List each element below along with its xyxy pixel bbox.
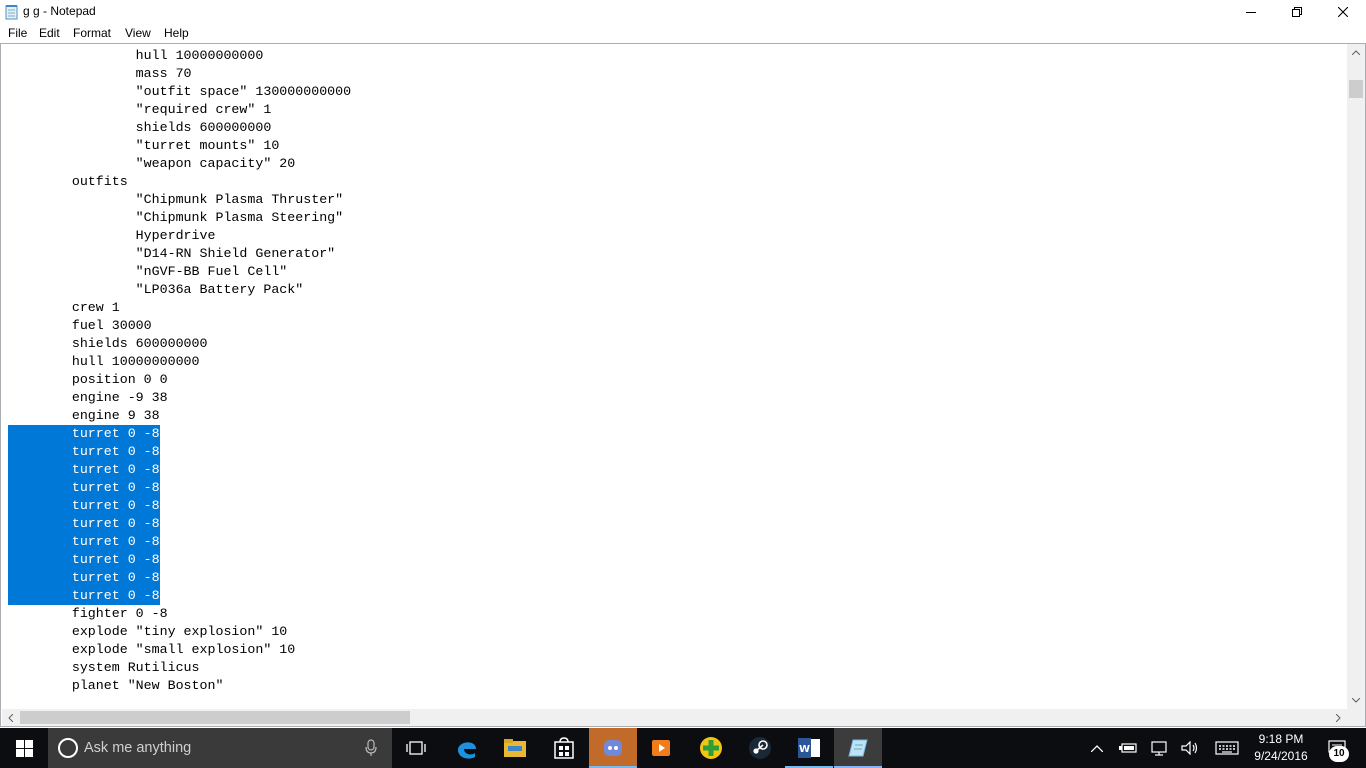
clock-time: 9:18 PM [1258, 732, 1304, 746]
selected-text-line[interactable]: turret 0 -8 [8, 587, 160, 605]
selected-text-line[interactable]: turret 0 -8 [8, 479, 160, 497]
text-line[interactable]: "Chipmunk Plasma Steering" [8, 209, 343, 227]
clock-date: 9/24/2016 [1254, 749, 1308, 763]
file-explorer-icon[interactable] [491, 728, 539, 768]
battery-icon[interactable] [1116, 728, 1140, 768]
text-line[interactable]: "nGVF-BB Fuel Cell" [8, 263, 288, 281]
menu-format[interactable]: Format [73, 26, 111, 40]
notepad-taskbar-icon[interactable] [834, 728, 882, 768]
menu-bar: File Edit Format View Help [0, 23, 1366, 43]
text-line[interactable]: "turret mounts" 10 [8, 137, 280, 155]
word-icon[interactable]: W [785, 728, 833, 768]
text-line[interactable]: position 0 0 [8, 371, 168, 389]
text-line[interactable]: planet "New Boston" [8, 677, 224, 695]
volume-icon[interactable] [1178, 728, 1202, 768]
horizontal-scroll-thumb[interactable] [20, 711, 410, 724]
cortana-icon [58, 738, 78, 758]
scroll-left-arrow-icon[interactable] [2, 709, 19, 726]
selected-text-line[interactable]: turret 0 -8 [8, 425, 160, 443]
clock[interactable]: 9:18 PM 9/24/2016 [1248, 731, 1314, 765]
selected-text-line[interactable]: turret 0 -8 [8, 533, 160, 551]
text-line[interactable]: engine 9 38 [8, 407, 160, 425]
menu-view[interactable]: View [125, 26, 151, 40]
text-line[interactable]: shields 600000000 [8, 119, 272, 137]
text-line[interactable]: "outfit space" 130000000000 [8, 83, 351, 101]
start-button[interactable] [0, 728, 48, 768]
selected-text-line[interactable]: turret 0 -8 [8, 551, 160, 569]
close-button[interactable] [1320, 0, 1366, 24]
green-plus-app-icon[interactable] [687, 728, 735, 768]
selected-text-line[interactable]: turret 0 -8 [8, 569, 160, 587]
menu-help[interactable]: Help [164, 26, 189, 40]
show-hidden-icons-icon[interactable] [1086, 728, 1108, 768]
text-line[interactable]: mass 70 [8, 65, 192, 83]
text-line[interactable]: crew 1 [8, 299, 120, 317]
text-line[interactable]: hull 10000000000 [8, 47, 264, 65]
text-line[interactable]: "weapon capacity" 20 [8, 155, 296, 173]
steam-icon[interactable] [736, 728, 784, 768]
minimize-button[interactable] [1228, 0, 1274, 24]
vertical-scrollbar[interactable] [1347, 44, 1365, 709]
taskbar: Ask me anything W 9:18 PM 9/24/2016 10 [0, 728, 1366, 768]
text-line[interactable]: "required crew" 1 [8, 101, 272, 119]
discord-icon[interactable] [589, 728, 637, 768]
selected-text-line[interactable]: turret 0 -8 [8, 443, 160, 461]
text-line[interactable]: "Chipmunk Plasma Thruster" [8, 191, 343, 209]
text-line[interactable]: explode "tiny explosion" 10 [8, 623, 287, 641]
scroll-down-arrow-icon[interactable] [1347, 692, 1365, 709]
edge-icon[interactable] [443, 728, 491, 768]
restore-button[interactable] [1274, 0, 1320, 24]
text-line[interactable]: explode "small explosion" 10 [8, 641, 295, 659]
menu-edit[interactable]: Edit [39, 26, 60, 40]
store-icon[interactable] [540, 728, 588, 768]
selected-text-line[interactable]: turret 0 -8 [8, 497, 160, 515]
restore-icon [1292, 7, 1302, 17]
text-line[interactable]: system Rutilicus [8, 659, 200, 677]
scrollbar-corner [1347, 709, 1365, 726]
minimize-icon [1246, 12, 1256, 13]
scroll-up-arrow-icon[interactable] [1347, 44, 1365, 61]
text-line[interactable]: Hyperdrive [8, 227, 216, 245]
text-line[interactable]: fighter 0 -8 [8, 605, 168, 623]
window-title: g g - Notepad [23, 4, 96, 18]
menu-file[interactable]: File [8, 26, 27, 40]
close-icon [1338, 7, 1348, 17]
media-player-icon[interactable] [637, 728, 685, 768]
text-line[interactable]: outfits [8, 173, 128, 191]
text-line[interactable]: shields 600000000 [8, 335, 208, 353]
vertical-scroll-thumb[interactable] [1349, 80, 1363, 98]
text-line[interactable]: hull 10000000000 [8, 353, 200, 371]
task-view-icon[interactable] [392, 728, 440, 768]
selected-text-line[interactable]: turret 0 -8 [8, 515, 160, 533]
text-area[interactable]: hull 10000000000 mass 70 "outfit space" … [2, 44, 1346, 709]
svg-text:W: W [799, 744, 810, 755]
text-line[interactable]: "D14-RN Shield Generator" [8, 245, 336, 263]
cortana-search-box[interactable]: Ask me anything [48, 728, 392, 768]
text-line[interactable]: fuel 30000 [8, 317, 152, 335]
microphone-icon[interactable] [364, 739, 378, 757]
text-line[interactable]: "LP036a Battery Pack" [8, 281, 304, 299]
search-placeholder: Ask me anything [84, 740, 192, 756]
scroll-right-arrow-icon[interactable] [1330, 709, 1347, 726]
network-icon[interactable] [1148, 728, 1172, 768]
horizontal-scrollbar[interactable] [2, 709, 1347, 726]
text-line[interactable]: engine -9 38 [8, 389, 168, 407]
title-bar: g g - Notepad [0, 0, 1366, 24]
selected-text-line[interactable]: turret 0 -8 [8, 461, 160, 479]
windows-logo-icon [15, 739, 33, 757]
notepad-icon[interactable] [5, 4, 19, 20]
keyboard-icon[interactable] [1212, 728, 1242, 768]
text-editor[interactable]: hull 10000000000 mass 70 "outfit space" … [0, 43, 1366, 727]
notification-count-badge: 10 [1329, 746, 1349, 762]
